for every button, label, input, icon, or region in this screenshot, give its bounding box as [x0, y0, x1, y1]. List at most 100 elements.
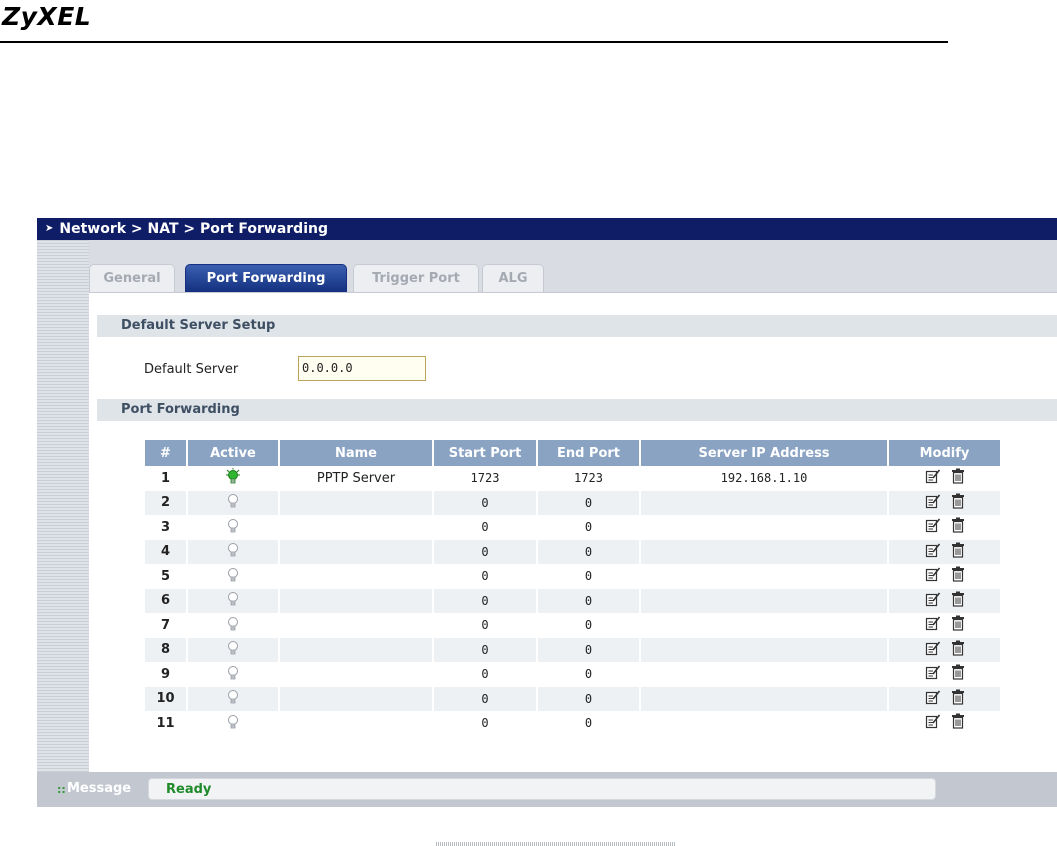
row-start-port: 0	[433, 637, 538, 662]
lightbulb-off-icon	[225, 639, 241, 660]
row-start-port: 0	[433, 588, 538, 613]
edit-icon[interactable]	[925, 493, 941, 513]
table-row: 4 00	[145, 539, 1002, 564]
delete-icon[interactable]	[951, 664, 965, 684]
edit-icon[interactable]	[925, 689, 941, 709]
delete-icon[interactable]	[951, 713, 965, 733]
lightbulb-off-icon	[225, 590, 241, 611]
row-number: 5	[145, 564, 188, 589]
row-modify	[888, 588, 1002, 613]
brand-logo: ZyXEL	[2, 2, 92, 31]
table-row: 9 00	[145, 662, 1002, 687]
lightbulb-off-icon	[225, 566, 241, 587]
delete-icon[interactable]	[951, 542, 965, 562]
tab-general[interactable]: General	[89, 264, 175, 292]
edit-icon[interactable]	[925, 591, 941, 611]
row-name	[279, 686, 434, 711]
row-end-port: 0	[537, 662, 641, 687]
delete-icon[interactable]	[951, 566, 965, 586]
status-indicator-icon: ::	[57, 783, 66, 796]
tab-port-forwarding[interactable]: Port Forwarding	[185, 264, 347, 292]
content-panel: Default Server Setup Default Server 0.0.…	[89, 292, 1057, 846]
edit-icon[interactable]	[925, 542, 941, 562]
delete-icon[interactable]	[951, 640, 965, 660]
row-end-port: 0	[537, 539, 641, 564]
status-label: Message	[67, 781, 132, 796]
table-header-row: # Active Name Start Port End Port Server…	[145, 440, 1002, 466]
row-server-ip	[640, 515, 889, 540]
row-name: PPTP Server	[279, 466, 434, 491]
lightbulb-on-icon	[225, 467, 241, 489]
row-number: 1	[145, 466, 188, 491]
delete-icon[interactable]	[951, 591, 965, 611]
row-modify	[888, 613, 1002, 638]
row-number: 7	[145, 613, 188, 638]
row-start-port: 0	[433, 564, 538, 589]
row-end-port: 0	[537, 711, 641, 736]
edit-icon[interactable]	[925, 615, 941, 635]
row-active	[187, 564, 280, 589]
port-forwarding-table: # Active Name Start Port End Port Server…	[145, 440, 1002, 736]
row-modify	[888, 515, 1002, 540]
delete-icon[interactable]	[951, 689, 965, 709]
col-header-number: #	[145, 440, 188, 466]
row-modify	[888, 539, 1002, 564]
row-modify	[888, 490, 1002, 515]
edit-icon[interactable]	[925, 468, 941, 488]
row-active	[187, 637, 280, 662]
default-server-input[interactable]: 0.0.0.0	[298, 356, 426, 381]
tab-trigger-port[interactable]: Trigger Port	[353, 264, 479, 292]
row-active	[187, 490, 280, 515]
delete-icon[interactable]	[951, 615, 965, 635]
row-active	[187, 515, 280, 540]
edit-icon[interactable]	[925, 566, 941, 586]
edit-icon[interactable]	[925, 640, 941, 660]
delete-icon[interactable]	[951, 493, 965, 513]
row-name	[279, 564, 434, 589]
table-row: 5 00	[145, 564, 1002, 589]
col-header-modify: Modify	[888, 440, 1002, 466]
edit-icon[interactable]	[925, 517, 941, 537]
table-row: 2 00	[145, 490, 1002, 515]
row-start-port: 0	[433, 662, 538, 687]
row-name	[279, 662, 434, 687]
header-rule	[0, 41, 948, 43]
table-row: 8 00	[145, 637, 1002, 662]
table-row: 1 PPTP Server 1723 1723 192.168.1.10	[145, 466, 1002, 491]
row-end-port: 1723	[537, 466, 641, 491]
row-active	[187, 662, 280, 687]
row-end-port: 0	[537, 588, 641, 613]
row-number: 8	[145, 637, 188, 662]
row-server-ip	[640, 613, 889, 638]
row-server-ip	[640, 564, 889, 589]
breadcrumb: Network > NAT > Port Forwarding	[59, 221, 328, 237]
row-end-port: 0	[537, 564, 641, 589]
sidebar-decoration	[37, 240, 89, 785]
col-header-active: Active	[187, 440, 280, 466]
row-end-port: 0	[537, 515, 641, 540]
edit-icon[interactable]	[925, 713, 941, 733]
row-start-port: 0	[433, 539, 538, 564]
row-number: 6	[145, 588, 188, 613]
row-number: 4	[145, 539, 188, 564]
breadcrumb-arrow-icon: ➤	[45, 223, 54, 234]
row-name	[279, 588, 434, 613]
row-server-ip	[640, 588, 889, 613]
edit-icon[interactable]	[925, 664, 941, 684]
row-server-ip	[640, 711, 889, 736]
row-number: 2	[145, 490, 188, 515]
resize-grip[interactable]	[436, 842, 676, 846]
table-row: 6 00	[145, 588, 1002, 613]
default-server-label: Default Server	[144, 362, 239, 377]
table-row: 11 0 0	[145, 711, 1002, 736]
row-start-port: 0	[433, 686, 538, 711]
row-server-ip	[640, 490, 889, 515]
delete-icon[interactable]	[951, 517, 965, 537]
lightbulb-off-icon	[225, 492, 241, 513]
row-end-port: 0	[537, 637, 641, 662]
tab-alg[interactable]: ALG	[482, 264, 544, 292]
row-number: 3	[145, 515, 188, 540]
delete-icon[interactable]	[951, 468, 965, 488]
row-server-ip	[640, 662, 889, 687]
row-modify	[888, 662, 1002, 687]
